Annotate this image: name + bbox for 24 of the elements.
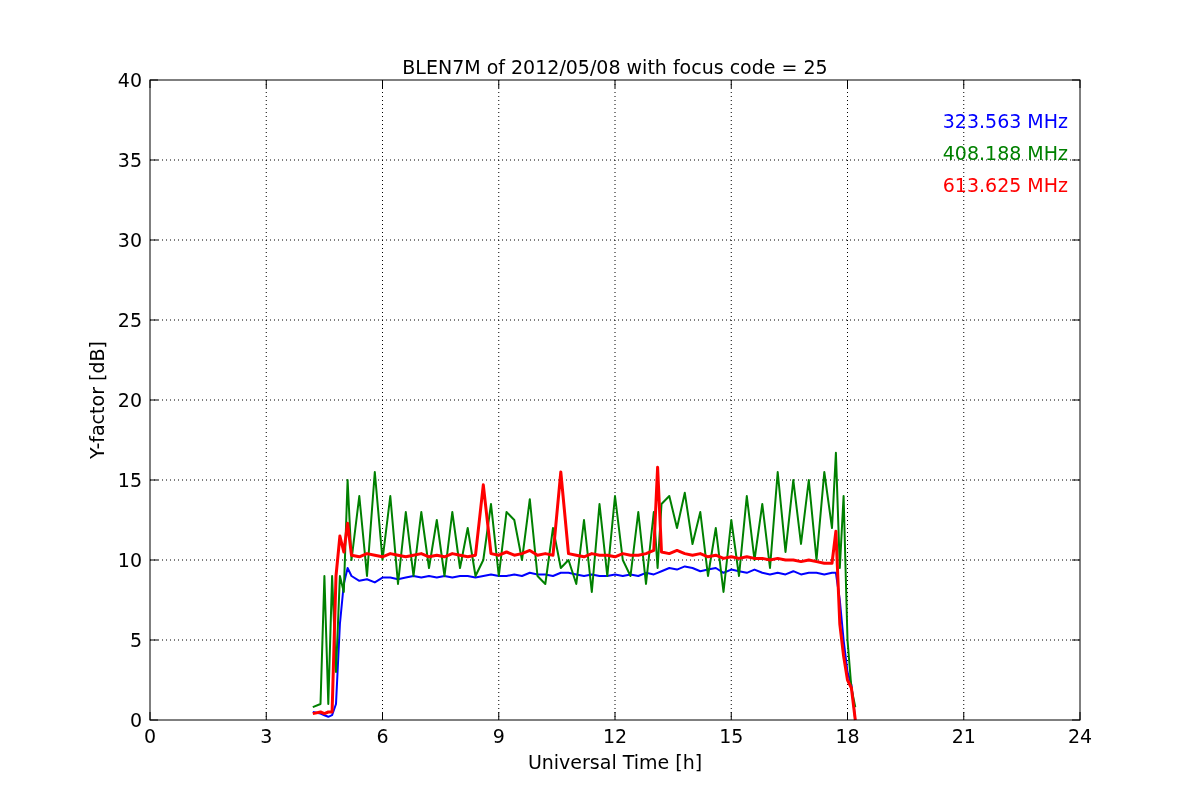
- x-tick-label: 21: [951, 725, 976, 747]
- y-tick-label: 20: [117, 389, 142, 411]
- x-tick-label: 3: [260, 725, 273, 747]
- y-tick-label: 35: [117, 149, 142, 171]
- y-tick-label: 25: [117, 309, 142, 331]
- chart-title: BLEN7M of 2012/05/08 with focus code = 25: [402, 56, 828, 78]
- y-tick-label: 0: [129, 709, 142, 731]
- y-tick-label: 40: [117, 69, 142, 91]
- x-tick-label: 9: [492, 725, 505, 747]
- legend-label: 613.625 MHz: [942, 174, 1068, 196]
- x-tick-label: 18: [835, 725, 860, 747]
- x-tick-label: 24: [1067, 725, 1093, 747]
- y-axis-label: Y-factor [dB]: [86, 341, 108, 459]
- y-tick-label: 15: [117, 469, 142, 491]
- legend-label: 323.563 MHz: [942, 110, 1068, 132]
- x-tick-label: 15: [719, 725, 744, 747]
- x-axis-label: Universal Time [h]: [527, 751, 703, 773]
- x-tick-label: 6: [376, 725, 389, 747]
- y-tick-label: 5: [129, 629, 142, 651]
- legend-label: 408.188 MHz: [942, 142, 1068, 164]
- y-tick-label: 30: [117, 229, 142, 251]
- x-tick-label: 0: [143, 725, 157, 747]
- x-tick-label: 12: [602, 725, 628, 747]
- y-tick-label: 10: [117, 549, 142, 571]
